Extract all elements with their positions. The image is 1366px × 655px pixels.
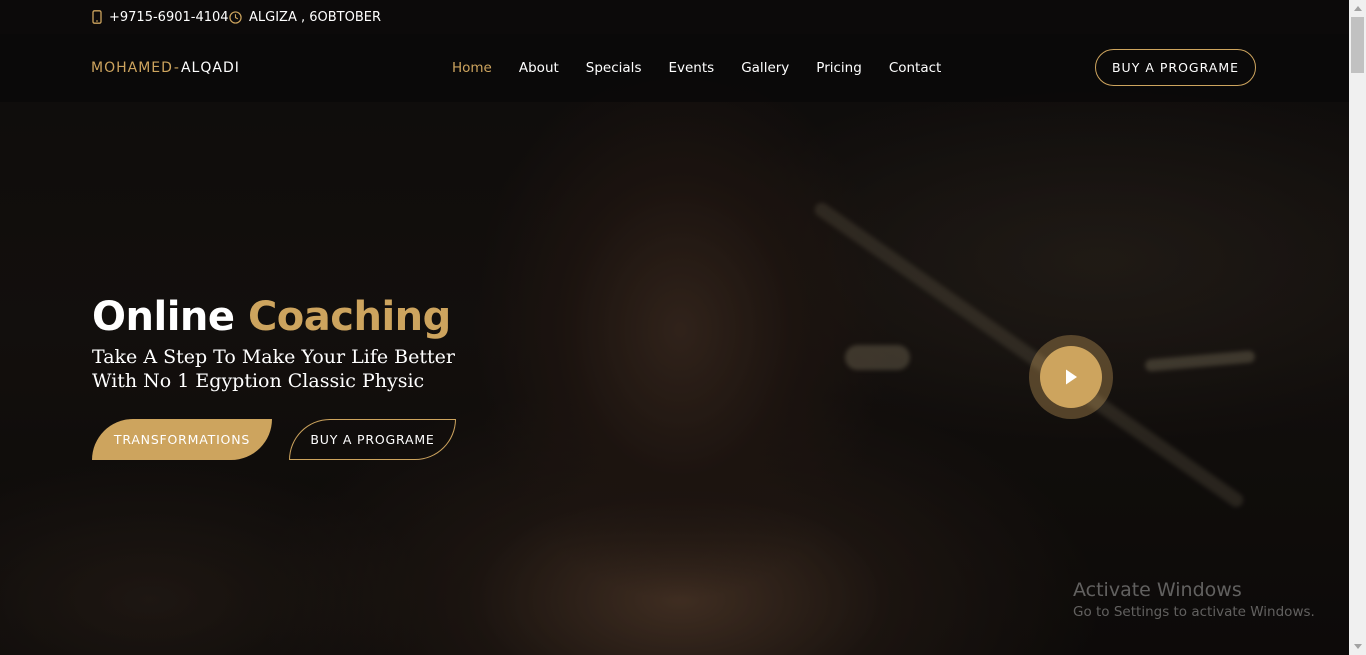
nav-gallery[interactable]: Gallery (741, 60, 789, 76)
location-text: ALGIZA , 6OBTOBER (249, 9, 381, 25)
scroll-up-arrow-icon[interactable] (1349, 0, 1366, 17)
nav-about[interactable]: About (519, 60, 559, 76)
nav-events[interactable]: Events (668, 60, 714, 76)
hero-subtitle: Take A Step To Make Your Life Better Wit… (92, 345, 512, 393)
play-video-button[interactable] (1040, 346, 1102, 408)
location-info: ALGIZA , 6OBTOBER (229, 0, 381, 34)
scroll-down-arrow-icon[interactable] (1349, 638, 1366, 655)
logo-part2: ALQADI (180, 60, 240, 76)
top-bar: +9715-6901-4104 ALGIZA , 6OBTOBER (0, 0, 1349, 34)
main-nav: Home About Specials Events Gallery Prici… (452, 34, 968, 102)
windows-watermark-title: Activate Windows (1073, 579, 1242, 601)
phone-number: +9715-6901-4104 (109, 9, 229, 25)
nav-specials[interactable]: Specials (586, 60, 642, 76)
page-scrollbar[interactable] (1349, 0, 1366, 655)
windows-watermark-subtitle: Go to Settings to activate Windows. (1073, 604, 1315, 620)
hero-subtitle-line2: With No 1 Egyption Classic Physic (92, 370, 425, 392)
main-header: MOHAMED - ALQADI Home About Specials Eve… (0, 34, 1349, 102)
logo-separator: - (173, 60, 180, 76)
nav-contact[interactable]: Contact (889, 60, 942, 76)
nav-pricing[interactable]: Pricing (816, 60, 862, 76)
scrollbar-thumb[interactable] (1351, 17, 1364, 73)
play-icon (1066, 369, 1077, 385)
transformations-button[interactable]: TRANSFORMATIONS (92, 419, 272, 460)
phone-contact[interactable]: +9715-6901-4104 (92, 0, 229, 34)
buy-program-header-button[interactable]: BUY A PROGRAME (1095, 49, 1256, 86)
hero-title-word2: Coaching (247, 294, 451, 340)
hero-title-word1: Online (92, 294, 235, 340)
hero-subtitle-line1: Take A Step To Make Your Life Better (92, 346, 455, 368)
clock-icon (229, 10, 242, 24)
site-logo[interactable]: MOHAMED - ALQADI (91, 34, 240, 102)
buy-program-hero-button[interactable]: BUY A PROGRAME (289, 419, 456, 460)
hero-title: Online Coaching (92, 294, 451, 340)
logo-part1: MOHAMED (91, 60, 173, 76)
nav-home[interactable]: Home (452, 60, 492, 76)
phone-icon (92, 10, 102, 24)
